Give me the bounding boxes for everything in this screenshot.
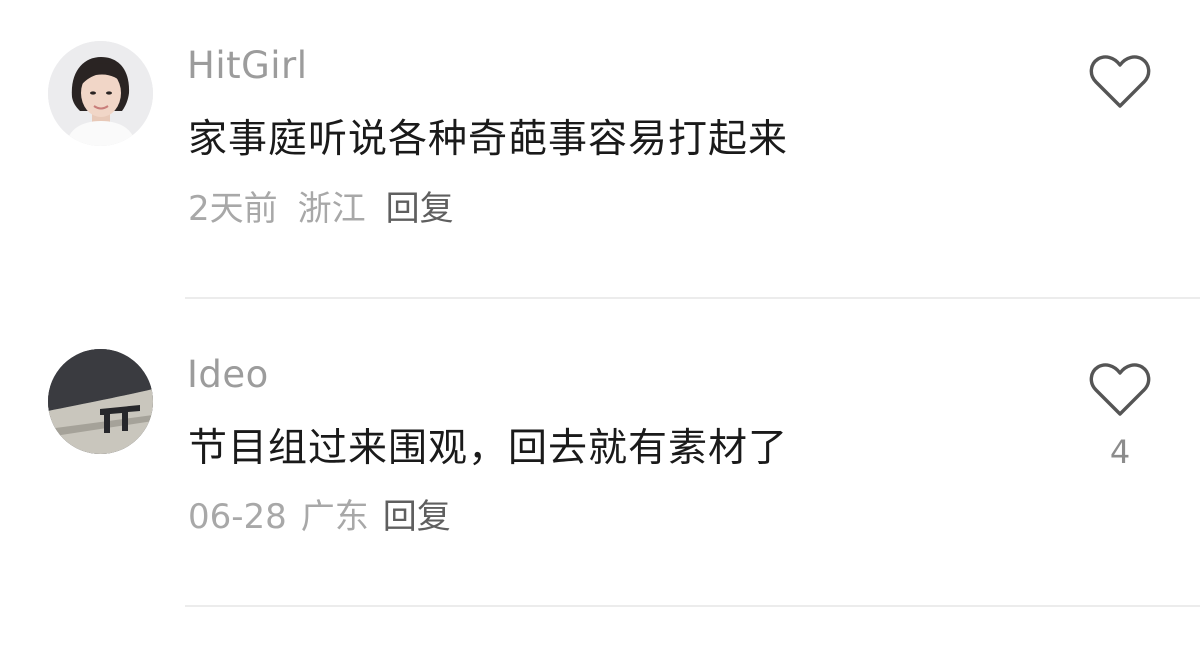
like-button[interactable]	[1088, 362, 1152, 418]
comment-time: 06-28	[188, 497, 287, 537]
heart-outline-icon	[1089, 55, 1151, 108]
comment-text: 家事庭听说各种奇葩事容易打起来	[188, 117, 789, 162]
avatar-image	[48, 41, 153, 146]
avatar[interactable]	[48, 41, 153, 146]
comment-time: 2天前	[188, 189, 278, 229]
like-count: 4	[1109, 433, 1131, 471]
comment-location: 广东	[300, 497, 369, 537]
comment-item: Ideo 节目组过来围观，回去就有素材了 06-28 广东 回复 4	[0, 299, 1200, 607]
comment-location: 浙江	[297, 189, 366, 229]
comment-text: 节目组过来围观，回去就有素材了	[188, 426, 789, 471]
heart-outline-icon	[1089, 363, 1151, 416]
comment-meta: 2天前 浙江 回复	[188, 192, 474, 226]
username[interactable]: Ideo	[187, 356, 269, 393]
reply-button[interactable]: 回复	[383, 497, 451, 537]
comment-item: HitGirl 家事庭听说各种奇葩事容易打起来 2天前 浙江 回复	[0, 0, 1200, 298]
divider	[185, 605, 1200, 607]
username[interactable]: HitGirl	[187, 47, 308, 84]
reply-button[interactable]: 回复	[386, 189, 454, 229]
like-button[interactable]	[1088, 54, 1152, 110]
avatar-image	[48, 349, 153, 454]
avatar[interactable]	[48, 349, 153, 454]
comment-meta: 06-28 广东 回复	[188, 500, 471, 534]
